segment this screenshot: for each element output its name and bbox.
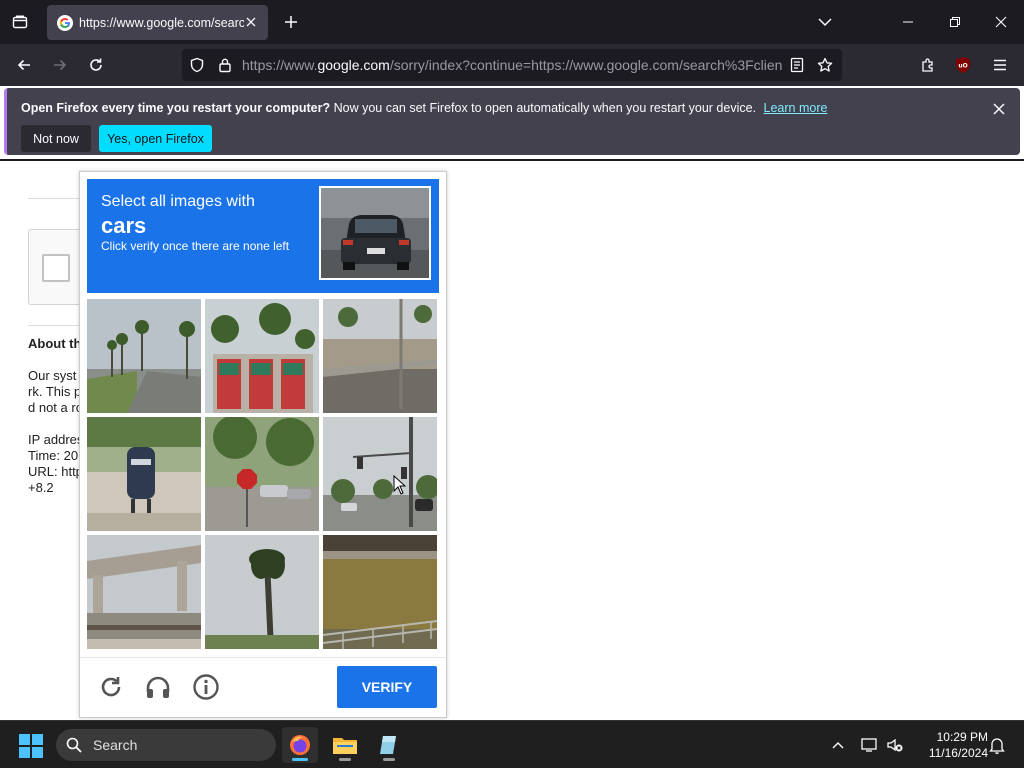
taskbar-firefox-icon[interactable] — [282, 727, 318, 763]
notification-message: Open Firefox every time you restart your… — [21, 101, 828, 115]
footer-divider — [80, 657, 446, 658]
new-tab-icon[interactable] — [278, 9, 304, 35]
default-browser-notification: Open Firefox every time you restart your… — [4, 88, 1020, 155]
restore-icon[interactable] — [940, 8, 970, 36]
page-text-line: IP addres — [28, 432, 84, 447]
network-icon[interactable] — [860, 735, 880, 755]
page-text-line: +8.2 — [28, 480, 54, 495]
tab-strip: https://www.google.com/search?q= — [0, 0, 1024, 44]
notification-bell-icon[interactable] — [987, 735, 1007, 755]
close-tab-icon[interactable] — [242, 13, 260, 31]
ublock-origin-icon[interactable]: uO — [948, 50, 978, 80]
tile-stop-sign-parking[interactable] — [205, 417, 319, 531]
google-favicon-icon — [57, 14, 73, 31]
verify-button[interactable]: VERIFY — [337, 666, 437, 708]
search-placeholder: Search — [93, 737, 138, 753]
help-info-icon[interactable] — [191, 672, 221, 702]
page-text-line: Our syst — [28, 368, 77, 383]
tracking-protection-shield-icon[interactable] — [188, 56, 206, 74]
instruction-line: Select all images with — [101, 193, 255, 210]
svg-text:uO: uO — [958, 63, 967, 70]
url-bar[interactable]: https://www.google.com/sorry/index?conti… — [182, 49, 842, 81]
instruction-subtext: Click verify once there are none left — [101, 239, 290, 253]
taskbar-app-icon[interactable] — [371, 727, 407, 763]
yes-open-firefox-button[interactable]: Yes, open Firefox — [99, 125, 212, 152]
not-now-button[interactable]: Not now — [21, 125, 91, 152]
mouse-cursor-icon — [393, 475, 407, 495]
lock-icon[interactable] — [216, 56, 234, 74]
challenge-header: Select all images with cars Click verify… — [87, 179, 439, 293]
url-text[interactable]: https://www.google.com/sorry/index?conti… — [242, 57, 782, 73]
audio-challenge-headphones-icon[interactable] — [143, 672, 173, 702]
about-heading: About th — [28, 336, 82, 351]
page-text-line: rk. This p — [28, 384, 82, 399]
close-notification-icon[interactable] — [988, 98, 1010, 120]
windows-taskbar: Search 10:29 PM 11/16/2024 — [0, 720, 1024, 768]
active-app-indicator — [292, 758, 308, 761]
system-clock[interactable]: 10:29 PM 11/16/2024 — [912, 729, 988, 761]
tab-title: https://www.google.com/search?q= — [79, 15, 244, 30]
list-all-tabs-icon[interactable] — [810, 8, 840, 36]
app-menu-icon[interactable] — [985, 50, 1015, 80]
clock-time: 10:29 PM — [936, 730, 988, 744]
tile-railway-grass[interactable] — [323, 535, 437, 649]
tile-palm-road[interactable] — [87, 299, 201, 413]
reload-icon[interactable] — [81, 50, 111, 80]
recaptcha-challenge-dialog: Select all images with cars Click verify… — [79, 171, 447, 718]
tile-overpass[interactable] — [87, 535, 201, 649]
sample-car-image — [319, 186, 431, 280]
tile-street-corner[interactable] — [323, 299, 437, 413]
extensions-icon[interactable] — [913, 50, 943, 80]
firefox-view-icon[interactable] — [6, 8, 34, 36]
active-tab[interactable]: https://www.google.com/search?q= — [47, 5, 268, 40]
reader-view-icon[interactable] — [788, 56, 806, 74]
tile-storefront-signs[interactable] — [205, 299, 319, 413]
volume-muted-icon[interactable] — [885, 735, 905, 755]
tile-traffic-light[interactable] — [323, 417, 437, 531]
windows-start-icon[interactable] — [18, 733, 44, 759]
tile-palm-tree[interactable] — [205, 535, 319, 649]
tile-mailbox[interactable] — [87, 417, 201, 531]
recaptcha-checkbox[interactable] — [42, 254, 70, 282]
challenge-image-grid — [87, 299, 439, 651]
minimize-icon[interactable] — [893, 8, 923, 36]
close-window-icon[interactable] — [986, 8, 1016, 36]
page-text-line: d not a ro — [28, 400, 83, 415]
page-text-line: URL: http — [28, 464, 83, 479]
search-icon — [66, 737, 82, 753]
bookmark-star-icon[interactable] — [816, 56, 834, 74]
clock-date: 11/16/2024 — [928, 746, 988, 760]
learn-more-link[interactable]: Learn more — [764, 101, 828, 115]
navigation-toolbar: https://www.google.com/sorry/index?conti… — [0, 44, 1024, 86]
forward-icon[interactable] — [45, 50, 75, 80]
running-app-indicator — [339, 758, 351, 761]
page-text-line: Time: 20 — [28, 448, 79, 463]
running-app-indicator — [383, 758, 395, 761]
taskbar-file-explorer-icon[interactable] — [327, 727, 363, 763]
show-hidden-icons-chevron-icon[interactable] — [828, 735, 848, 755]
taskbar-search-box[interactable]: Search — [56, 729, 276, 761]
back-icon[interactable] — [9, 50, 39, 80]
reload-challenge-icon[interactable] — [96, 672, 126, 702]
target-object-label: cars — [101, 213, 147, 238]
